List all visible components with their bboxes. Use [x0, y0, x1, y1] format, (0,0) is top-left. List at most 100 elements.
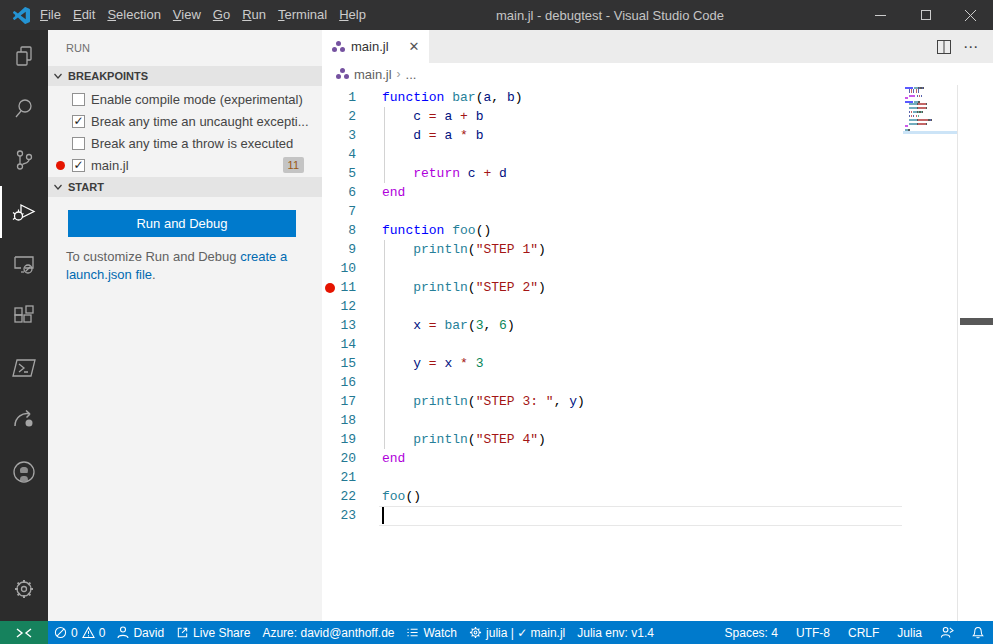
line-number: 21: [322, 468, 356, 487]
maximize-button[interactable]: [903, 0, 948, 30]
extensions-icon[interactable]: [0, 290, 48, 342]
code-line: 7: [322, 202, 993, 221]
code-line: 13 x = bar(3, 6): [322, 316, 993, 335]
current-line-highlight: [379, 506, 902, 526]
code-editor[interactable]: 1function bar(a, b)2 c = a + b3 d = a * …: [322, 85, 993, 621]
breakpoint-label: main.jl: [91, 158, 129, 173]
source-control-icon[interactable]: [0, 134, 48, 186]
code-line: 21: [322, 468, 993, 487]
remote-explorer-icon[interactable]: [0, 238, 48, 290]
code-line: 10: [322, 259, 993, 278]
checkbox[interactable]: ✓: [72, 159, 85, 172]
code-line: 5 return c + d: [322, 164, 993, 183]
powershell-terminal-icon[interactable]: [0, 342, 48, 394]
line-number: 6: [322, 183, 356, 202]
remote-icon: [16, 627, 32, 639]
checkbox[interactable]: [72, 137, 85, 150]
status-item-julia-env-v1-4[interactable]: Julia env: v1.4: [571, 621, 660, 644]
status-item-live-share[interactable]: Live Share: [170, 621, 256, 644]
checkbox[interactable]: ✓: [72, 115, 85, 128]
menu-selection[interactable]: Selection: [101, 0, 166, 30]
tab-bar: main.jl ✕ ⋯: [322, 30, 993, 63]
start-section-header[interactable]: START: [48, 177, 322, 197]
close-button[interactable]: [948, 0, 993, 30]
line-number: 16: [322, 373, 356, 392]
customize-hint: To customize Run and Debug create a laun…: [66, 248, 306, 284]
status-item-problems[interactable]: 00: [48, 621, 111, 644]
breakpoint-row[interactable]: ✓Break any time an uncaught excepti...: [48, 110, 322, 132]
status-item-azure-david-anthoff-de[interactable]: Azure: david@anthoff.de: [256, 621, 400, 644]
status-item-julia[interactable]: Julia: [888, 621, 931, 644]
breakpoint-dot-icon[interactable]: [325, 283, 335, 293]
code-text: function bar(a, b): [382, 88, 523, 107]
code-line: 16: [322, 373, 993, 392]
minimap-current-line: [903, 131, 958, 134]
status-item-gear[interactable]: julia | ✓ main.jl: [463, 621, 571, 644]
line-number: 2: [322, 107, 356, 126]
window-title: main.jl - debugtest - Visual Studio Code: [496, 8, 724, 23]
tab-main-jl[interactable]: main.jl ✕: [322, 30, 429, 63]
split-editor-icon[interactable]: [937, 40, 951, 54]
status-item-feedback[interactable]: [931, 621, 963, 644]
breakpoint-row[interactable]: Break any time a throw is executed: [48, 132, 322, 154]
breakpoint-row[interactable]: Enable compile mode (experimental): [48, 88, 322, 110]
github-icon[interactable]: [0, 446, 48, 498]
status-item-spaces-4[interactable]: Spaces: 4: [716, 621, 787, 644]
code-line: 14: [322, 335, 993, 354]
vscode-window: FileEditSelectionViewGoRunTerminalHelp m…: [0, 0, 993, 644]
run-and-debug-button[interactable]: Run and Debug: [68, 210, 296, 237]
breakpoint-row[interactable]: ✓ main.jl 11: [48, 154, 322, 176]
text-cursor: [382, 507, 384, 524]
line-number: 20: [322, 449, 356, 468]
line-number: 5: [322, 164, 356, 183]
vscode-logo-icon: [13, 7, 30, 24]
status-item-utf-8[interactable]: UTF-8: [787, 621, 839, 644]
menu-help[interactable]: Help: [333, 0, 372, 30]
breakpoint-dot-icon: [56, 161, 65, 170]
code-text: println("STEP 1"): [382, 240, 546, 259]
breakpoints-section-header[interactable]: BREAKPOINTS: [48, 66, 322, 86]
status-item-watch[interactable]: Watch: [400, 621, 463, 644]
code-line: 4: [322, 145, 993, 164]
status-item-person[interactable]: David: [111, 621, 170, 644]
menu-edit[interactable]: Edit: [67, 0, 101, 30]
code-line: 17 println("STEP 3: ", y): [322, 392, 993, 411]
close-tab-icon[interactable]: ✕: [409, 39, 420, 54]
line-number: 1: [322, 88, 356, 107]
code-text: function foo(): [382, 221, 491, 240]
line-number: 17: [322, 392, 356, 411]
explorer-icon[interactable]: [0, 30, 48, 82]
menu-file[interactable]: File: [34, 0, 67, 30]
status-item-crlf[interactable]: CRLF: [839, 621, 888, 644]
code-line: 19 println("STEP 4"): [322, 430, 993, 449]
menu-run[interactable]: Run: [236, 0, 272, 30]
menu-view[interactable]: View: [167, 0, 207, 30]
remote-indicator[interactable]: [0, 621, 48, 644]
window-controls: [858, 0, 993, 30]
breakpoint-count-badge: 11: [283, 157, 304, 173]
line-number: 3: [322, 126, 356, 145]
run-and-debug-icon[interactable]: [0, 186, 48, 238]
search-icon[interactable]: [0, 82, 48, 134]
breadcrumb[interactable]: main.jl › ...: [322, 63, 993, 85]
editor-actions: ⋯: [937, 30, 993, 63]
code-text: return c + d: [382, 164, 507, 183]
overview-ruler-cursor: [960, 318, 993, 325]
breakpoint-label: Enable compile mode (experimental): [91, 92, 303, 107]
code-text: c = a + b: [382, 107, 484, 126]
line-number: 19: [322, 430, 356, 449]
minimap[interactable]: [903, 85, 958, 225]
menu-terminal[interactable]: Terminal: [272, 0, 333, 30]
settings-gear-icon[interactable]: [0, 563, 48, 615]
code-line: 18: [322, 411, 993, 430]
live-share-icon[interactable]: [0, 394, 48, 446]
more-actions-icon[interactable]: ⋯: [963, 38, 979, 56]
line-number: 7: [322, 202, 356, 221]
minimize-button[interactable]: [858, 0, 903, 30]
checkbox[interactable]: [72, 93, 85, 106]
status-item-bell[interactable]: [963, 621, 993, 644]
breakpoint-label: Break any time a throw is executed: [91, 136, 293, 151]
menu-bar: FileEditSelectionViewGoRunTerminalHelp: [34, 0, 372, 30]
menu-go[interactable]: Go: [207, 0, 236, 30]
code-text: end: [382, 449, 405, 468]
